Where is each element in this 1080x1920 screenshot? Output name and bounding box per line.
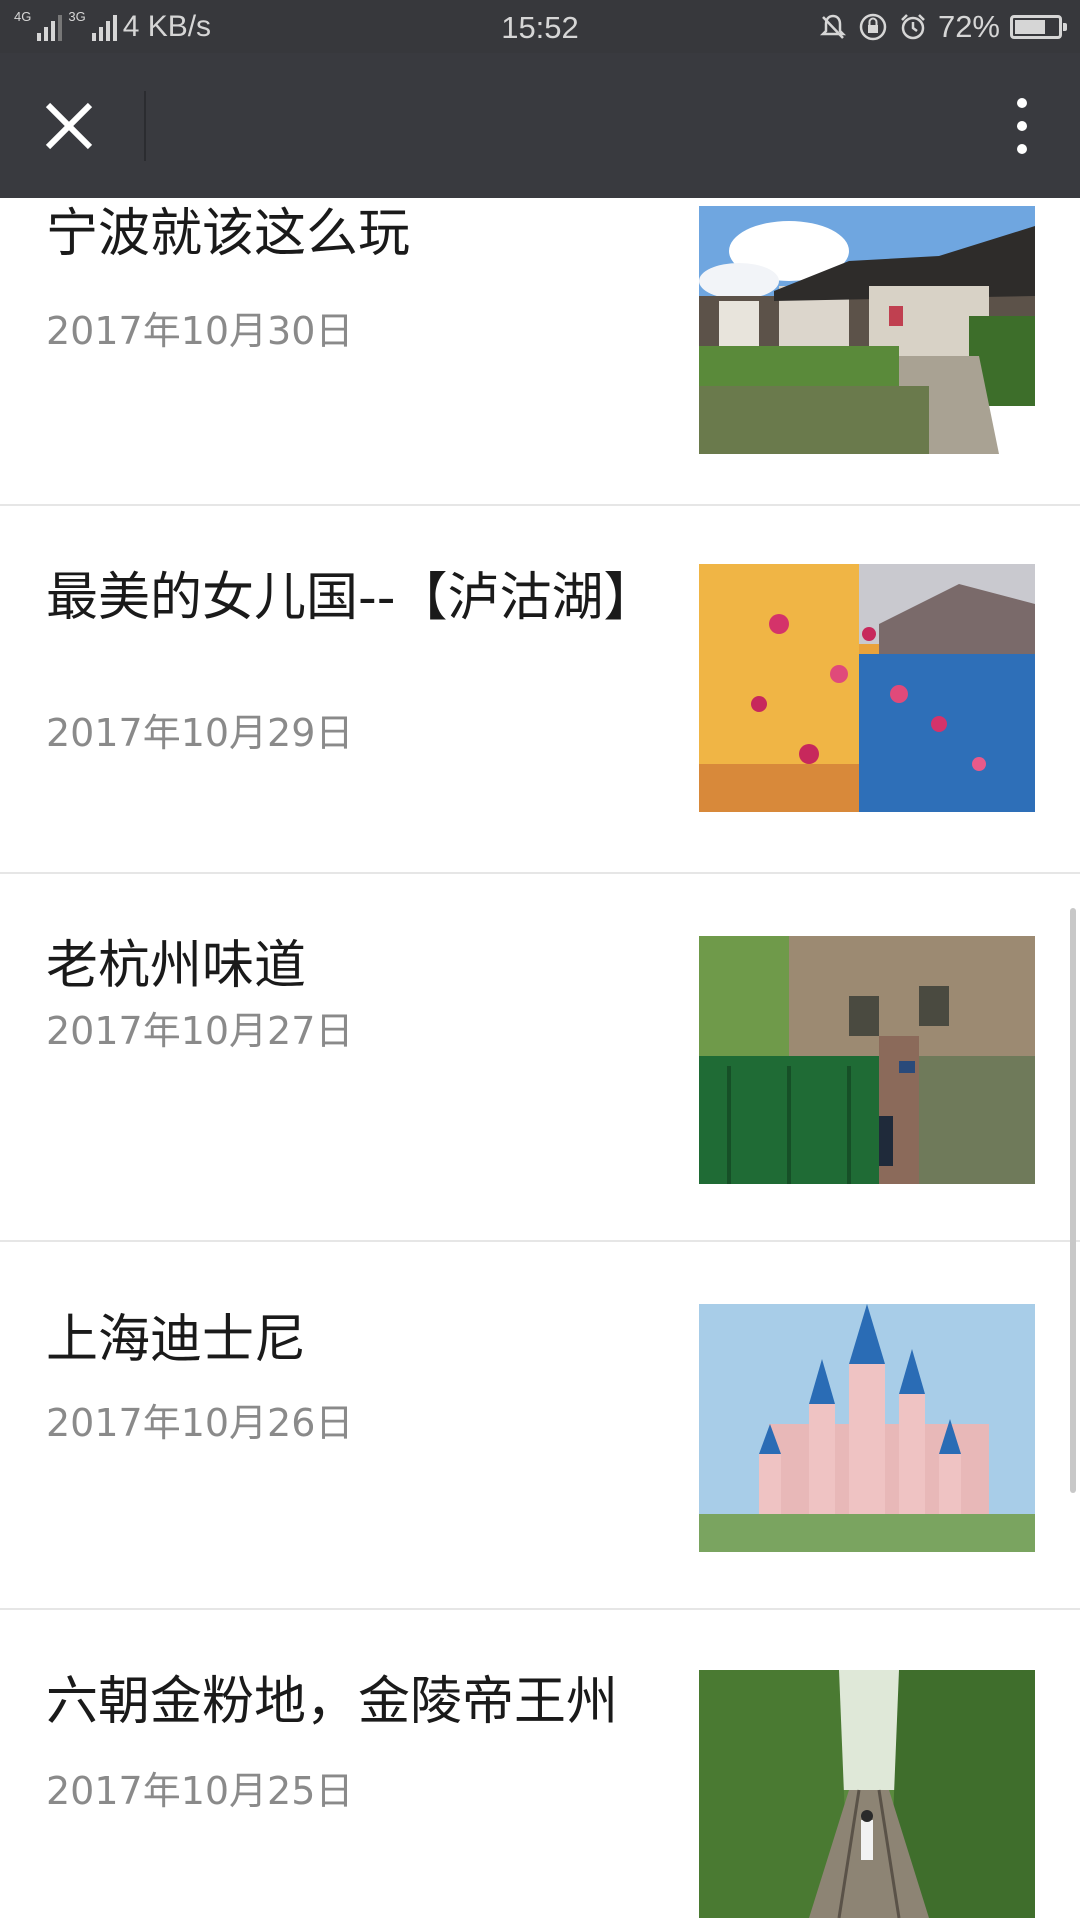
article-title: 六朝金粉地，金陵帝王州 [46,1672,619,1732]
article-item[interactable]: 六朝金粉地，金陵帝王州 2017年10月25日 [0,1610,1080,1920]
title-bar-divider [144,91,146,161]
article-list: 宁波就该这么玩 2017年10月30日 最美的女儿国--【泸沽湖】 2017年1… [0,198,1080,1920]
article-title: 上海迪士尼 [46,1310,307,1370]
article-item[interactable]: 上海迪士尼 2017年10月26日 [0,1242,1080,1610]
rotation-lock-icon [859,13,887,40]
status-bar: 4G 4G 3G 4 KB/s 15:52 72% [0,0,1080,53]
flowers-lake-photo [699,564,1035,812]
close-icon [45,102,93,150]
status-right: 72% [818,0,1067,53]
battery-percent: 72% [937,8,1000,44]
alarm-icon [901,13,925,39]
article-date: 2017年10月26日 [46,1401,354,1445]
ivy-building-photo [699,936,1035,1184]
article-title: 宁波就该这么玩 [46,204,411,264]
more-options-button[interactable] [1000,93,1044,159]
castle-photo [699,1304,1035,1552]
article-item[interactable]: 最美的女儿国--【泸沽湖】 2017年10月29日 [0,506,1080,874]
scrollbar[interactable] [1070,908,1076,1493]
article-title: 老杭州味道 [46,936,307,996]
close-button[interactable] [38,95,100,157]
railway-forest-photo [699,1670,1035,1918]
water-village-photo [699,206,1035,454]
article-item[interactable]: 老杭州味道 2017年10月27日 [0,874,1080,1242]
battery-icon [1010,14,1067,39]
article-item[interactable]: 宁波就该这么玩 2017年10月30日 [0,198,1080,506]
article-date: 2017年10月25日 [46,1769,354,1813]
article-date: 2017年10月30日 [46,309,354,353]
article-date: 2017年10月27日 [46,1009,354,1053]
battery-level [1015,19,1045,34]
silent-bell-icon [819,14,846,39]
title-bar [0,53,1080,198]
article-date: 2017年10月29日 [46,711,354,755]
more-vertical-icon [1017,98,1027,154]
article-title: 最美的女儿国--【泸沽湖】 [46,568,656,628]
